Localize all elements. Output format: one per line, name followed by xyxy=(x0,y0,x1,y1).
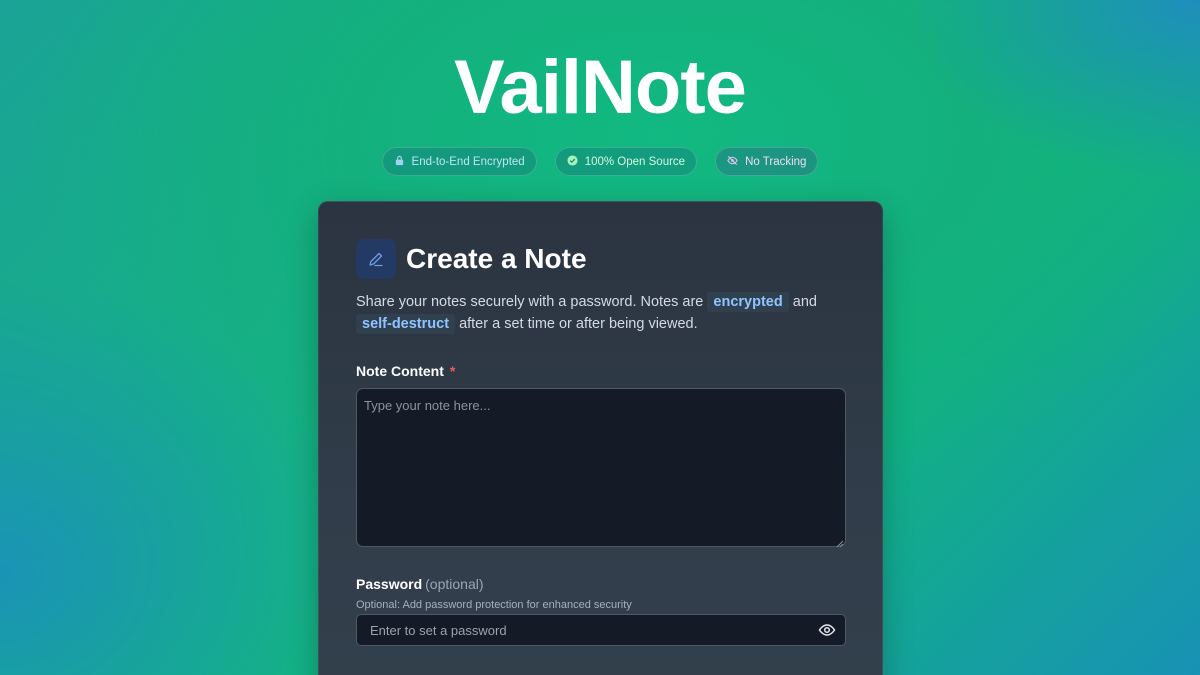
password-label: Password (optional) xyxy=(356,576,484,592)
pencil-icon xyxy=(356,239,396,279)
password-field xyxy=(356,614,846,646)
note-content-label-text: Note Content xyxy=(356,363,444,379)
password-hint: Optional: Add password protection for en… xyxy=(356,599,632,611)
note-content-label: Note Content * xyxy=(356,363,455,379)
app-title: VailNote xyxy=(454,45,747,130)
description-text: after a set time or after being viewed. xyxy=(459,316,698,332)
card-header: Create a Note xyxy=(356,239,587,279)
check-circle-icon xyxy=(567,154,578,169)
highlight-encrypted: encrypted xyxy=(707,292,789,312)
lock-icon xyxy=(394,155,405,169)
optional-tag: (optional) xyxy=(425,576,484,592)
highlight-self-destruct: self-destruct xyxy=(356,314,456,334)
badge-label: 100% Open Source xyxy=(584,155,686,168)
required-marker: * xyxy=(449,363,456,379)
badge-label: End-to-End Encrypted xyxy=(411,155,525,168)
badge-encrypted: End-to-End Encrypted xyxy=(381,147,537,176)
password-input[interactable] xyxy=(357,615,807,645)
description-text: and xyxy=(792,294,817,310)
card-title: Create a Note xyxy=(406,243,587,274)
resize-grip-icon[interactable] xyxy=(834,535,844,548)
note-content-textarea[interactable] xyxy=(356,388,846,547)
badge-open-source: 100% Open Source xyxy=(554,147,698,176)
create-note-card: Create a Note Share your notes securely … xyxy=(318,201,883,675)
feature-badges: End-to-End Encrypted 100% Open Source No… xyxy=(0,147,1200,176)
badge-no-tracking: No Tracking xyxy=(715,147,819,176)
eye-off-icon xyxy=(727,155,738,169)
description-text: Share your notes securely with a passwor… xyxy=(356,294,704,310)
card-description: Share your notes securely with a passwor… xyxy=(356,291,851,335)
badge-label: No Tracking xyxy=(745,155,807,168)
password-label-text: Password xyxy=(356,576,423,592)
eye-icon[interactable] xyxy=(818,622,836,638)
